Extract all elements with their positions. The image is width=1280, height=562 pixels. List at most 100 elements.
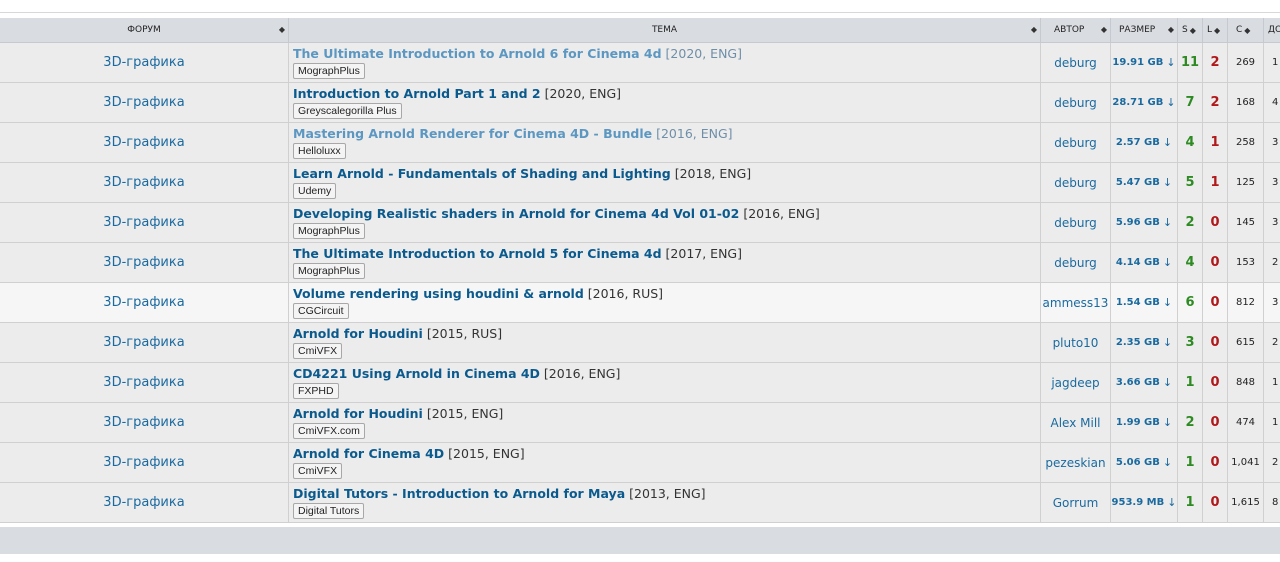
forum-link-text[interactable]: 3D-графика xyxy=(103,375,184,390)
publisher-tag[interactable]: CmiVFX xyxy=(293,343,343,359)
header-author[interactable]: АВТОР ◆ xyxy=(1041,18,1111,43)
author-link[interactable]: pluto10 xyxy=(1041,323,1111,363)
author-link[interactable]: Alex Mill xyxy=(1041,403,1111,443)
author-name[interactable]: deburg xyxy=(1054,136,1097,150)
sort-icon[interactable]: ◆ xyxy=(1168,25,1174,34)
download-arrow-icon[interactable]: ↓ xyxy=(1163,416,1172,429)
topic-title-link[interactable]: Digital Tutors - Introduction to Arnold … xyxy=(293,486,625,501)
size-download-link[interactable]: 5.06 GB ↓ xyxy=(1111,443,1178,483)
author-name[interactable]: deburg xyxy=(1054,216,1097,230)
author-name[interactable]: jagdeep xyxy=(1051,376,1099,390)
author-link[interactable]: jagdeep xyxy=(1041,363,1111,403)
size-download-link[interactable]: 4.14 GB ↓ xyxy=(1111,243,1178,283)
size-download-link[interactable]: 3.66 GB ↓ xyxy=(1111,363,1178,403)
author-link[interactable]: deburg xyxy=(1041,43,1111,83)
author-link[interactable]: deburg xyxy=(1041,123,1111,163)
sort-icon[interactable]: ◆ xyxy=(279,25,285,34)
size-download-link[interactable]: 5.47 GB ↓ xyxy=(1111,163,1178,203)
publisher-tag[interactable]: CmiVFX xyxy=(293,463,343,479)
size-download-link[interactable]: 2.35 GB ↓ xyxy=(1111,323,1178,363)
sort-icon[interactable]: ◆ xyxy=(1214,26,1220,35)
download-arrow-icon[interactable]: ↓ xyxy=(1163,256,1172,269)
author-name[interactable]: pezeskian xyxy=(1045,456,1105,470)
forum-link-text[interactable]: 3D-графика xyxy=(103,415,184,430)
forum-link[interactable]: 3D-графика xyxy=(0,123,289,163)
header-completed[interactable]: C ◆ xyxy=(1228,18,1264,43)
forum-link[interactable]: 3D-графика xyxy=(0,363,289,403)
sort-icon[interactable]: ◆ xyxy=(1101,25,1107,34)
author-name[interactable]: ammess13 xyxy=(1043,296,1109,310)
size-download-link[interactable]: 5.96 GB ↓ xyxy=(1111,203,1178,243)
download-arrow-icon[interactable]: ↓ xyxy=(1163,456,1172,469)
author-link[interactable]: Gorrum xyxy=(1041,483,1111,523)
author-name[interactable]: pluto10 xyxy=(1053,336,1099,350)
topic-title-link[interactable]: Arnold for Houdini xyxy=(293,326,423,341)
author-name[interactable]: deburg xyxy=(1054,56,1097,70)
publisher-tag[interactable]: MographPlus xyxy=(293,63,365,79)
sort-icon[interactable]: ◆ xyxy=(1031,25,1037,34)
forum-link-text[interactable]: 3D-графика xyxy=(103,295,184,310)
topic-title-link[interactable]: Mastering Arnold Renderer for Cinema 4D … xyxy=(293,126,652,141)
forum-link[interactable]: 3D-графика xyxy=(0,43,289,83)
publisher-tag[interactable]: FXPHD xyxy=(293,383,339,399)
size-download-link[interactable]: 28.71 GB ↓ xyxy=(1111,83,1178,123)
author-link[interactable]: ammess13 xyxy=(1041,283,1111,323)
forum-link-text[interactable]: 3D-графика xyxy=(103,175,184,190)
download-arrow-icon[interactable]: ↓ xyxy=(1167,496,1176,509)
publisher-tag[interactable]: Digital Tutors xyxy=(293,503,365,519)
topic-title-link[interactable]: The Ultimate Introduction to Arnold 5 fo… xyxy=(293,246,662,261)
forum-link[interactable]: 3D-графика xyxy=(0,443,289,483)
author-name[interactable]: deburg xyxy=(1054,96,1097,110)
download-arrow-icon[interactable]: ↓ xyxy=(1163,376,1172,389)
download-arrow-icon[interactable]: ↓ xyxy=(1163,216,1172,229)
size-download-link[interactable]: 2.57 GB ↓ xyxy=(1111,123,1178,163)
author-name[interactable]: deburg xyxy=(1054,176,1097,190)
topic-title-link[interactable]: Volume rendering using houdini & arnold xyxy=(293,286,584,301)
publisher-tag[interactable]: CmiVFX.com xyxy=(293,423,365,439)
author-link[interactable]: deburg xyxy=(1041,243,1111,283)
topic-title-link[interactable]: The Ultimate Introduction to Arnold 6 fo… xyxy=(293,46,662,61)
header-topic[interactable]: ТЕМА ◆ xyxy=(289,18,1041,43)
forum-link[interactable]: 3D-графика xyxy=(0,403,289,443)
author-name[interactable]: Alex Mill xyxy=(1051,416,1101,430)
size-download-link[interactable]: 953.9 MB ↓ xyxy=(1111,483,1178,523)
download-arrow-icon[interactable]: ↓ xyxy=(1163,296,1172,309)
forum-link[interactable]: 3D-графика xyxy=(0,83,289,123)
forum-link[interactable]: 3D-графика xyxy=(0,243,289,283)
header-leechers[interactable]: L ◆ xyxy=(1203,18,1228,43)
author-name[interactable]: deburg xyxy=(1054,256,1097,270)
sort-icon[interactable]: ◆ xyxy=(1190,26,1196,35)
publisher-tag[interactable]: CGCircuit xyxy=(293,303,349,319)
forum-link[interactable]: 3D-графика xyxy=(0,203,289,243)
author-link[interactable]: deburg xyxy=(1041,203,1111,243)
header-seeders[interactable]: S ◆ xyxy=(1178,18,1203,43)
forum-link-text[interactable]: 3D-графика xyxy=(103,255,184,270)
publisher-tag[interactable]: Udemy xyxy=(293,183,337,199)
publisher-tag[interactable]: MographPlus xyxy=(293,263,365,279)
download-arrow-icon[interactable]: ↓ xyxy=(1163,136,1172,149)
forum-link[interactable]: 3D-графика xyxy=(0,323,289,363)
forum-link-text[interactable]: 3D-графика xyxy=(103,495,184,510)
size-download-link[interactable]: 1.54 GB ↓ xyxy=(1111,283,1178,323)
forum-link[interactable]: 3D-графика xyxy=(0,483,289,523)
publisher-tag[interactable]: MographPlus xyxy=(293,223,365,239)
forum-link-text[interactable]: 3D-графика xyxy=(103,455,184,470)
author-name[interactable]: Gorrum xyxy=(1053,496,1099,510)
header-forum[interactable]: ФОРУМ ◆ xyxy=(0,18,289,43)
header-extra[interactable]: ДО xyxy=(1264,18,1280,43)
size-download-link[interactable]: 1.99 GB ↓ xyxy=(1111,403,1178,443)
download-arrow-icon[interactable]: ↓ xyxy=(1166,96,1175,109)
download-arrow-icon[interactable]: ↓ xyxy=(1166,56,1175,69)
topic-title-link[interactable]: Arnold for Houdini xyxy=(293,406,423,421)
download-arrow-icon[interactable]: ↓ xyxy=(1163,176,1172,189)
forum-link-text[interactable]: 3D-графика xyxy=(103,95,184,110)
topic-title-link[interactable]: Introduction to Arnold Part 1 and 2 xyxy=(293,86,541,101)
forum-link-text[interactable]: 3D-графика xyxy=(103,215,184,230)
author-link[interactable]: pezeskian xyxy=(1041,443,1111,483)
topic-title-link[interactable]: CD4221 Using Arnold in Cinema 4D xyxy=(293,366,540,381)
publisher-tag[interactable]: Greyscalegorilla Plus xyxy=(293,103,402,119)
size-download-link[interactable]: 19.91 GB ↓ xyxy=(1111,43,1178,83)
publisher-tag[interactable]: Helloluxx xyxy=(293,143,346,159)
header-size[interactable]: РАЗМЕР ◆ xyxy=(1111,18,1178,43)
forum-link-text[interactable]: 3D-графика xyxy=(103,55,184,70)
